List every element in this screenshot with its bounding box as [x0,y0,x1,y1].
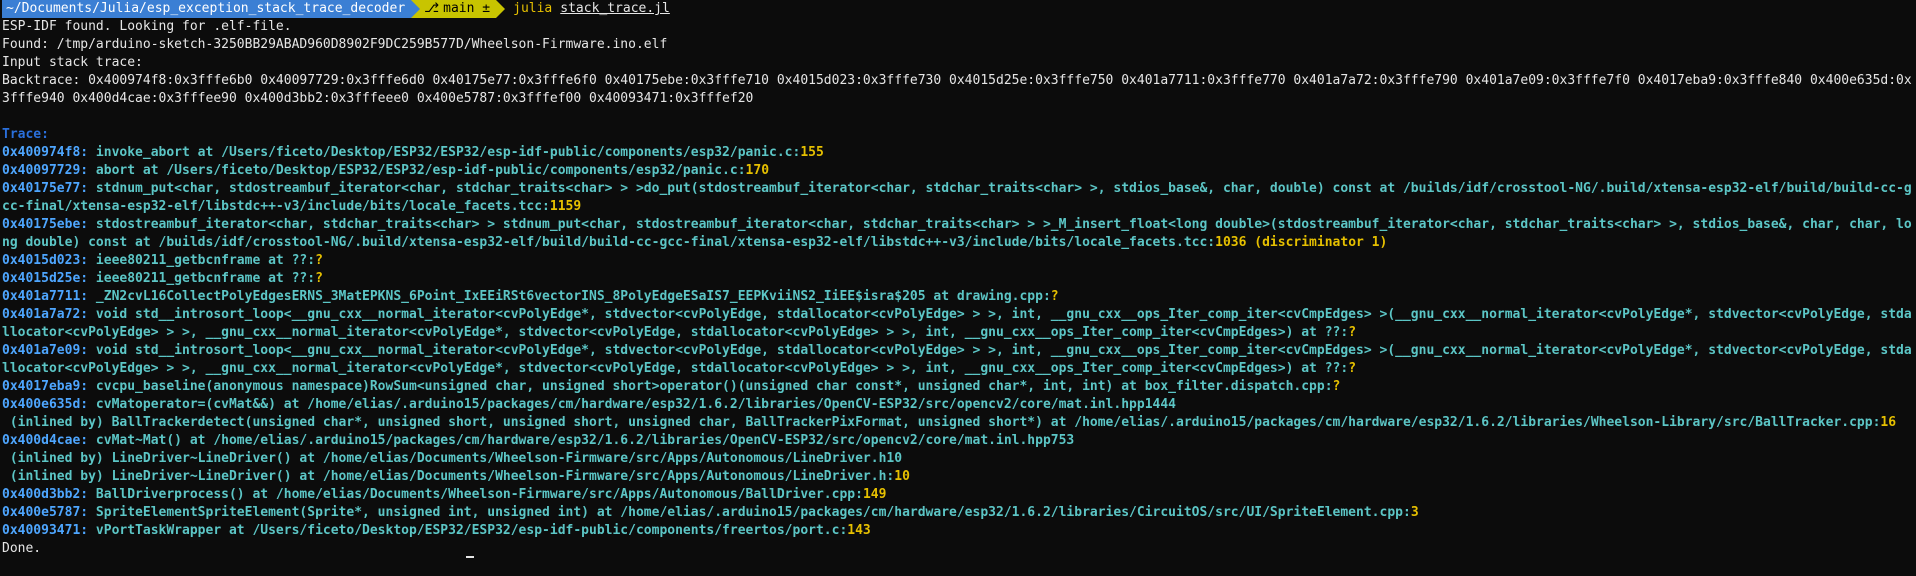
frame-address: 0x401a7a72: [2,307,89,322]
shell-prompt: ~/Documents/Julia/esp_exception_stack_tr… [2,0,1914,18]
trace-frame: 0x400e5787: SpriteElementSpriteElement(S… [2,504,1914,522]
trace-frame: 0x4015d023: ieee80211_getbcnframe at ??:… [2,252,1914,270]
frame-address: 0x400e635d: [2,397,89,412]
output-line: Input stack trace: [2,55,143,70]
frame-address: 0x4017eba9: [2,379,89,394]
trace-frame: (inlined by) LineDriver~LineDriver() at … [2,468,1914,486]
frame-line-number: 16 [1880,415,1897,430]
frame-line-number: ? [1348,325,1357,340]
output-line: ESP-IDF found. Looking for .elf-file. [2,19,292,34]
frame-description: stdnum_put<char, stdostreambuf_iterator<… [2,181,1912,214]
frame-description: SpriteElementSpriteElement(Sprite*, unsi… [88,505,1411,520]
trace-frame: 0x400d3bb2: BallDriverprocess() at /home… [2,486,1914,504]
trace-frame: 0x40175e77: stdnum_put<char, stdostreamb… [2,180,1914,216]
trace-frame: 0x400e635d: cvMatoperator=(cvMat&&) at /… [2,396,1914,414]
trace-frame: 0x401a7a72: void std__introsort_loop<__g… [2,306,1914,342]
trace-frame: 0x4015d25e: ieee80211_getbcnframe at ??:… [2,270,1914,288]
trace-frame: 0x400d4cae: cvMat~Mat() at /home/elias/.… [2,432,1914,450]
frame-description: void std__introsort_loop<__gnu_cxx__norm… [2,307,1912,340]
frame-description: cvMatoperator=(cvMat&&) at /home/elias/.… [88,397,1176,412]
frame-line-number: 143 [847,523,871,538]
git-branch-label: main ± [443,1,491,16]
frame-description: BallDriverprocess() at /home/elias/Docum… [88,487,863,502]
frame-line-number: 3 [1410,505,1419,520]
prompt-path: ~/Documents/Julia/esp_exception_stack_tr… [2,0,412,18]
trace-list: 0x400974f8: invoke_abort at /Users/ficet… [2,144,1914,540]
frame-address: 0x400974f8: [2,145,89,160]
trace-frame: 0x4017eba9: cvcpu_baseline(anonymous nam… [2,378,1914,396]
frame-line-number: 1159 [549,199,582,214]
trace-frame: 0x401a7e09: void std__introsort_loop<__g… [2,342,1914,378]
frame-line-number: ? [1348,361,1357,376]
backtrace-line: Backtrace: 0x400974f8:0x3fffe6b0 0x40097… [2,73,1912,106]
frame-description: (inlined by) LineDriver~LineDriver() at … [2,469,895,484]
trace-frame: (inlined by) LineDriver~LineDriver() at … [2,450,1914,468]
frame-line-number: 1036 (discriminator 1) [1215,235,1388,250]
text-cursor [466,556,475,558]
trace-frame: 0x401a7711: _ZN2cvL16CollectPolyEdgesERN… [2,288,1914,306]
frame-line-number: ? [315,253,323,268]
frame-description: stdostreambuf_iterator<char, stdchar_tra… [2,217,1912,250]
frame-line-number: 170 [745,163,770,178]
output-line: Found: /tmp/arduino-sketch-3250BB29ABAD9… [2,37,668,52]
frame-description: _ZN2cvL16CollectPolyEdgesERNS_3MatEPKNS_… [88,289,1051,304]
git-segment: ⎇ main ± [420,0,497,18]
frame-address: 0x401a7711: [2,289,89,304]
done-line: Done. [2,540,1914,558]
frame-description: vPortTaskWrapper at /Users/ficeto/Deskto… [88,523,848,538]
git-branch-icon: ⎇ [424,1,440,16]
frame-address: 0x400d4cae: [2,433,89,448]
trace-heading: Trace: [2,127,49,142]
frame-address: 0x4015d25e: [2,271,89,286]
frame-description: void std__introsort_loop<__gnu_cxx__norm… [2,343,1912,376]
trace-frame: 0x40093471: vPortTaskWrapper at /Users/f… [2,522,1914,540]
frame-line-number: 10 [894,469,910,484]
trace-frame: 0x40097729: abort at /Users/ficeto/Deskt… [2,162,1914,180]
frame-line-number: ? [1332,379,1341,394]
command-argument[interactable]: stack_trace.jl [560,0,670,18]
command-name: julia [513,1,553,16]
frame-description: abort at /Users/ficeto/Desktop/ESP32/ESP… [88,163,746,178]
frame-address: 0x40093471: [2,523,89,538]
powerline-separator-icon [496,0,506,18]
frame-address: 0x40175ebe: [2,217,89,232]
frame-description: cvMat~Mat() at /home/elias/.arduino15/pa… [88,433,1075,448]
frame-line-number: ? [315,271,323,286]
frame-address: 0x40097729: [2,163,89,178]
terminal-window[interactable]: ~/Documents/Julia/esp_exception_stack_tr… [0,0,1916,558]
trace-frame: 0x40175ebe: stdostreambuf_iterator<char,… [2,216,1914,252]
frame-description: cvcpu_baseline(anonymous namespace)RowSu… [88,379,1333,394]
trace-frame: 0x400974f8: invoke_abort at /Users/ficet… [2,144,1914,162]
frame-description: ieee80211_getbcnframe at ??: [88,253,316,268]
frame-line-number: 149 [862,487,887,502]
frame-address: 0x400e5787: [2,505,89,520]
frame-description: (inlined by) LineDriver~LineDriver() at … [2,451,903,466]
frame-line-number: ? [1050,289,1059,304]
frame-description: invoke_abort at /Users/ficeto/Desktop/ES… [88,145,801,160]
frame-address: 0x4015d023: [2,253,89,268]
trace-frame: (inlined by) BallTrackerdetect(unsigned … [2,414,1914,432]
frame-address: 0x400d3bb2: [2,487,89,502]
frame-description: (inlined by) BallTrackerdetect(unsigned … [2,415,1881,430]
frame-address: 0x40175e77: [2,181,89,196]
frame-address: 0x401a7e09: [2,343,89,358]
frame-description: ieee80211_getbcnframe at ??: [88,271,316,286]
powerline-separator-icon [411,0,421,18]
frame-line-number: 155 [800,145,824,160]
done-text: Done. [2,541,42,556]
